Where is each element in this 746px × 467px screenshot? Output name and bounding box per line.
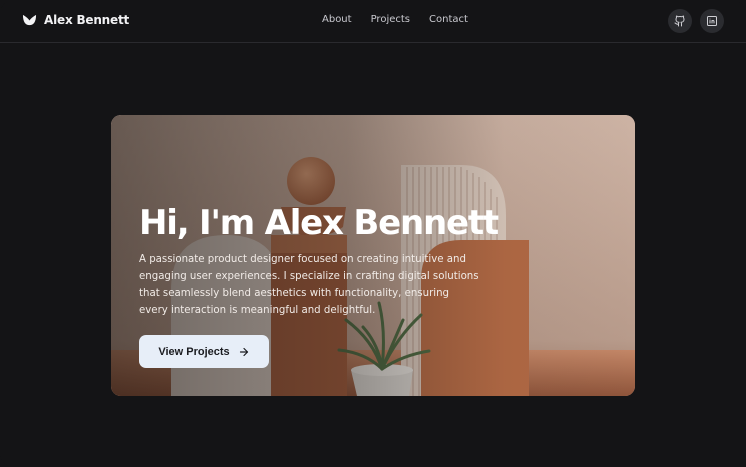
hero-description: A passionate product designer focused on… [139, 254, 479, 316]
brand[interactable]: Alex Bennett [22, 12, 129, 27]
nav-projects[interactable]: Projects [371, 14, 410, 25]
brand-name: Alex Bennett [44, 12, 130, 27]
site-header: Alex Bennett About Projects Contact [0, 0, 746, 43]
social-links [668, 9, 724, 33]
hero-title: Hi, I'm Alex Bennett [139, 203, 499, 243]
tulip-icon [22, 14, 37, 26]
github-icon [674, 15, 685, 27]
linkedin-button[interactable] [700, 9, 724, 33]
arrow-right-icon [239, 347, 248, 356]
github-button[interactable] [668, 9, 692, 33]
app-window: Alex Bennett About Projects Contact Hi, … [0, 0, 746, 467]
linkedin-icon [707, 16, 717, 26]
view-projects-label: View Projects [158, 345, 230, 358]
hero-card: Hi, I'm Alex Bennett A passionate produc… [111, 115, 635, 396]
main-nav: About Projects Contact [322, 14, 468, 25]
nav-about[interactable]: About [322, 14, 352, 25]
nav-contact[interactable]: Contact [429, 14, 468, 25]
view-projects-button[interactable]: View Projects [139, 335, 269, 368]
